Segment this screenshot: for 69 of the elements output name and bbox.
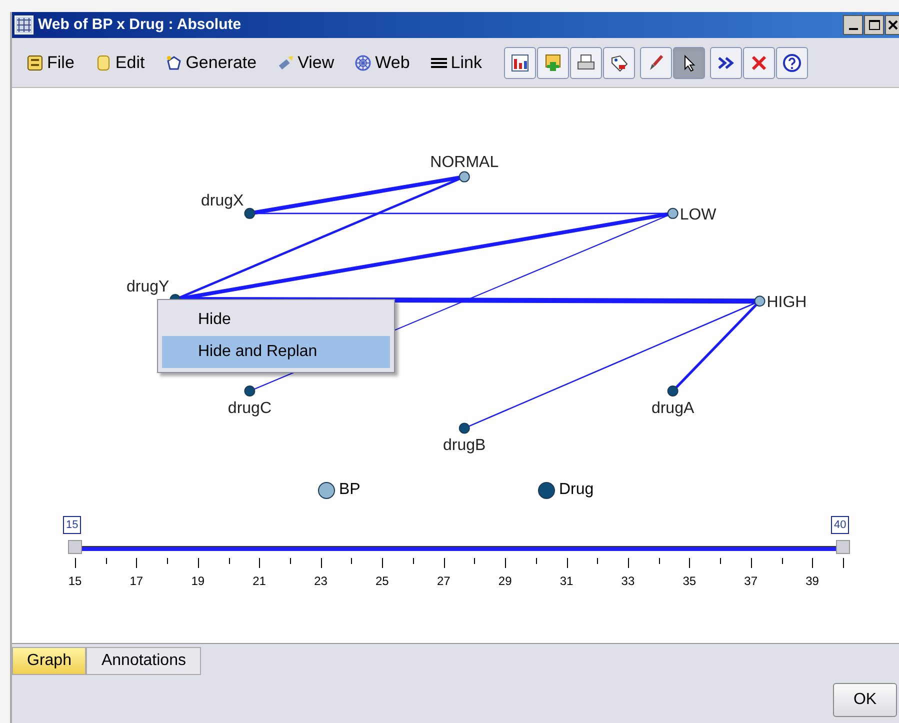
tab[interactable]: Annotations — [86, 647, 201, 675]
tool-button[interactable] — [776, 46, 808, 78]
node-label: NORMAL — [430, 154, 499, 171]
tick-label: 31 — [558, 573, 574, 590]
node-dot[interactable] — [244, 386, 256, 397]
context-menu-item[interactable]: Hide and Replan — [162, 336, 390, 368]
sparkle-icon — [164, 54, 183, 72]
tick-label: 39 — [804, 573, 820, 590]
tick-label: 29 — [497, 573, 513, 590]
tick-label: 33 — [620, 573, 636, 590]
flashlight-icon — [276, 54, 295, 72]
node-dot[interactable] — [458, 171, 470, 182]
tick-label: 35 — [682, 573, 698, 590]
grid-app-icon — [14, 15, 34, 35]
window-title: Web of BP x Drug : Absolute — [38, 14, 242, 35]
slider-handle[interactable] — [68, 540, 82, 554]
tab[interactable]: Graph — [12, 647, 86, 675]
legend-label: Drug — [559, 480, 594, 500]
minimize-button[interactable] — [843, 15, 863, 35]
maximize-icon — [868, 20, 880, 30]
menu-button[interactable]: View — [276, 50, 334, 76]
tool-button[interactable] — [710, 46, 742, 78]
tick-label: 23 — [313, 573, 328, 590]
tick-label: 17 — [128, 573, 144, 590]
tag-icon — [608, 52, 629, 72]
node-label: drugX — [201, 192, 244, 210]
ok-button[interactable]: OK — [833, 683, 897, 717]
node-label: drugC — [228, 400, 272, 418]
menu-button[interactable]: File — [26, 50, 74, 76]
legend-label: BP — [339, 480, 360, 500]
tick-label: 27 — [436, 573, 452, 590]
menu-button[interactable]: Edit — [94, 50, 145, 76]
node-label: LOW — [680, 206, 716, 224]
bar-chart-icon — [510, 52, 530, 72]
menu-button[interactable]: Web — [354, 50, 410, 76]
printer-icon — [576, 52, 596, 72]
web-icon — [354, 54, 372, 72]
node-dot[interactable] — [667, 208, 678, 219]
node-dot[interactable] — [754, 296, 766, 307]
help-icon — [782, 52, 802, 72]
slider-track[interactable] — [68, 540, 850, 554]
node-label: drugY — [126, 278, 170, 296]
node-label: drugA — [651, 400, 694, 418]
node-dot[interactable] — [667, 386, 678, 397]
context-menu-item[interactable]: Hide — [162, 304, 390, 336]
menu-button[interactable]: Link — [430, 50, 482, 76]
minimize-icon — [848, 28, 858, 30]
close-button[interactable] — [885, 15, 899, 35]
slider-value-box: 40 — [831, 516, 850, 534]
close-icon — [888, 20, 898, 30]
maximize-button[interactable] — [864, 15, 884, 35]
tick-label: 25 — [374, 573, 390, 590]
node-dot[interactable] — [244, 208, 256, 219]
tool-button[interactable] — [570, 46, 602, 78]
node-label: HIGH — [766, 294, 807, 312]
tick-label: 21 — [252, 573, 267, 590]
tool-button[interactable] — [504, 46, 536, 78]
node-label: drugB — [443, 437, 486, 454]
tool-button[interactable] — [602, 46, 635, 78]
slider-value-box: 15 — [63, 516, 82, 534]
slider-handle[interactable] — [836, 540, 850, 554]
file-cabinet-icon — [26, 54, 44, 72]
node-dot[interactable] — [458, 422, 470, 434]
tick-label: 37 — [743, 573, 758, 590]
tick-label: 15 — [67, 573, 83, 590]
add-table-icon — [542, 52, 563, 72]
tool-button[interactable] — [672, 46, 705, 78]
tick-label: 19 — [190, 573, 206, 590]
menu-button[interactable]: Generate — [164, 50, 257, 76]
